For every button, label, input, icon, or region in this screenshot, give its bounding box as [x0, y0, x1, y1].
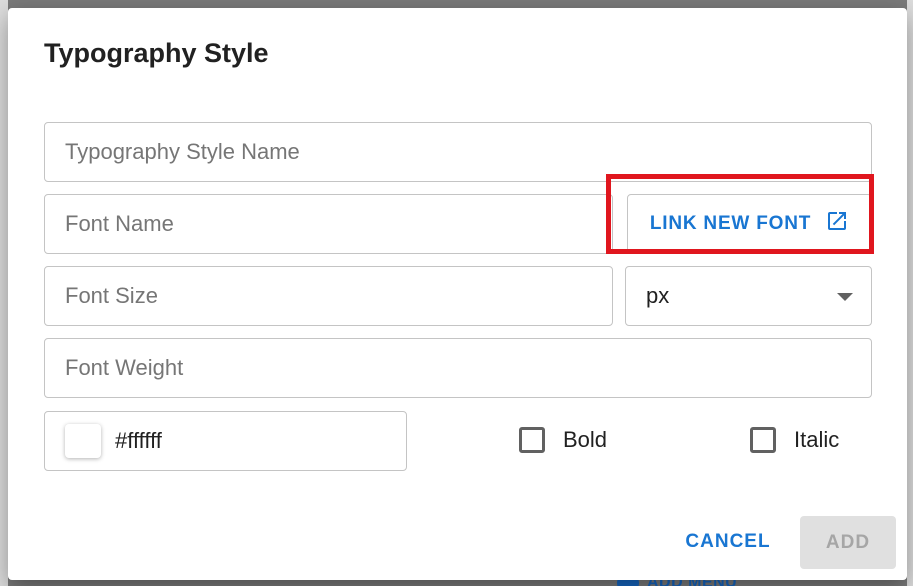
bold-checkbox[interactable]: [519, 427, 545, 453]
color-field[interactable]: #ffffff: [44, 411, 407, 471]
color-value: #ffffff: [115, 428, 162, 453]
font-size-input[interactable]: [45, 267, 612, 325]
style-name-input[interactable]: [45, 123, 871, 181]
italic-checkbox-group[interactable]: Italic: [750, 427, 839, 453]
typography-style-dialog: Typography Style LINK NEW FONT px #fffff…: [8, 8, 907, 580]
font-name-input[interactable]: [45, 195, 612, 253]
font-weight-field[interactable]: [44, 338, 872, 398]
unit-select[interactable]: px: [625, 266, 872, 326]
backdrop-strip-left: [0, 0, 8, 586]
backdrop-strip-right: [907, 0, 913, 586]
color-swatch[interactable]: [65, 424, 101, 458]
link-new-font-label: LINK NEW FONT: [649, 212, 812, 234]
open-in-new-icon: [825, 209, 849, 239]
font-size-field[interactable]: [44, 266, 613, 326]
bold-checkbox-group[interactable]: Bold: [519, 427, 607, 453]
italic-checkbox[interactable]: [750, 427, 776, 453]
font-name-field[interactable]: [44, 194, 613, 254]
font-weight-input[interactable]: [45, 339, 871, 397]
chevron-down-icon: [837, 293, 853, 301]
dialog-title: Typography Style: [44, 38, 269, 68]
add-button[interactable]: ADD: [800, 516, 896, 569]
style-name-field[interactable]: [44, 122, 872, 182]
unit-select-value: px: [646, 283, 670, 308]
italic-label: Italic: [794, 427, 840, 452]
cancel-button[interactable]: CANCEL: [678, 517, 778, 567]
bold-label: Bold: [563, 427, 608, 452]
link-new-font-button[interactable]: LINK NEW FONT: [627, 194, 872, 253]
